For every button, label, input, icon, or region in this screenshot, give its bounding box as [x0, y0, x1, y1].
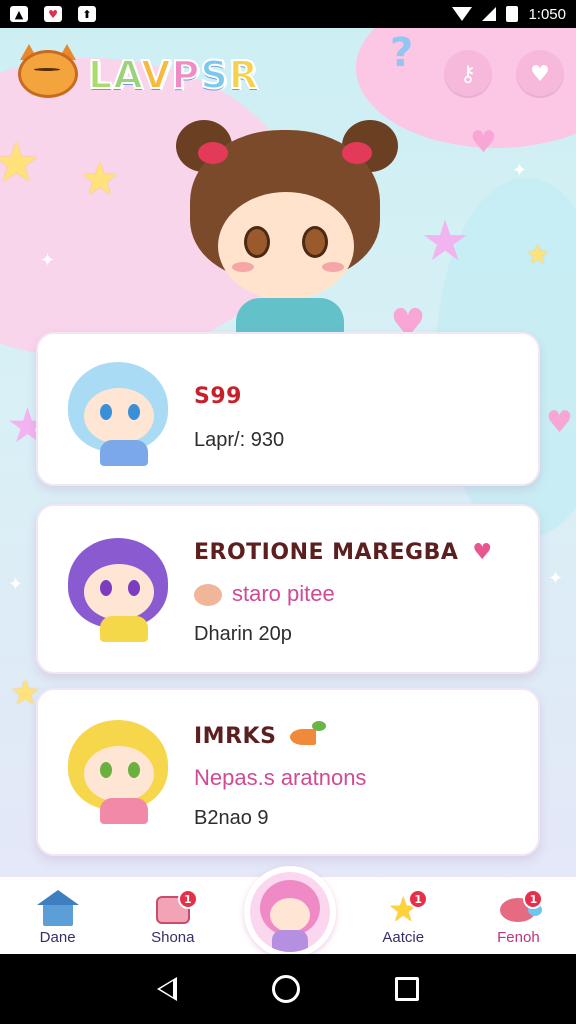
sparkle-decoration-icon: ✦ [40, 250, 56, 271]
card-title: EROTIONE MAREGBA ♥ [194, 540, 493, 565]
character-card[interactable]: EROTIONE MAREGBA ♥ staro pitee Dharin 20p [36, 504, 540, 674]
nav-label: Fenoh [497, 929, 540, 946]
heart-icon: ♥ [472, 540, 493, 565]
character-avatar-icon [250, 872, 330, 952]
heart-notification-icon: ♥ [44, 6, 62, 22]
character-avatar [62, 530, 182, 642]
back-icon[interactable] [157, 977, 178, 1001]
card-title: IMRKS [194, 721, 366, 749]
character-card[interactable]: IMRKS Nepas.s aratnons B2nao 9 [36, 688, 540, 856]
system-navigation-bar [0, 954, 576, 1024]
star-decoration-icon: ★ [80, 154, 120, 205]
notification-badge: 1 [177, 889, 198, 909]
star-decoration-icon: ★ [420, 209, 471, 274]
nav-label: Dane [39, 929, 76, 946]
card-title: S99 [194, 384, 242, 409]
logo-text: LAVPSR [87, 52, 259, 98]
sparkle-decoration-icon: ✦ [512, 160, 528, 181]
recent-apps-icon[interactable] [394, 977, 419, 1001]
app-notification-icon: ⬆ [78, 6, 96, 22]
nav-item-shop[interactable]: 1 Shona [115, 877, 230, 954]
heart-icon: ♥ [530, 61, 550, 87]
cat-mascot-icon [14, 42, 82, 108]
app-logo: LAVPSR [14, 42, 259, 108]
status-bar: ▲ ♥ ⬆ 1:050 [0, 0, 576, 28]
notification-badge: 1 [408, 889, 429, 909]
home-circle-icon[interactable] [271, 975, 300, 1003]
wifi-icon [452, 7, 473, 21]
key-button[interactable]: ⚷ [444, 50, 492, 98]
battery-icon [506, 6, 519, 22]
carrot-icon [290, 721, 327, 745]
star-decoration-icon: ★ [526, 240, 550, 270]
signal-icon [482, 7, 497, 21]
card-subtitle: Nepas.s aratnons [194, 765, 367, 790]
character-avatar [62, 712, 182, 824]
sparkle-decoration-icon: ✦ [8, 574, 24, 595]
card-meta: Dharin 20p [194, 623, 292, 645]
card-meta: Lapr/: 930 [194, 429, 285, 451]
image-notification-icon: ▲ [10, 6, 28, 22]
nav-item-fish[interactable]: 1 Fenoh [461, 877, 576, 954]
sparkle-decoration-icon: ✦ [548, 568, 564, 589]
home-icon [36, 890, 79, 926]
favorite-button[interactable]: ♥ [516, 50, 564, 98]
key-icon: ⚷ [459, 61, 477, 87]
heart-decoration-icon: ♥ [546, 405, 573, 440]
status-time: 1:050 [528, 5, 566, 23]
character-card[interactable]: S99 Lapr/: 930 [36, 332, 540, 486]
heart-decoration-icon: ♥ [470, 125, 497, 160]
question-decoration-icon: ? [390, 30, 414, 76]
character-avatar [62, 354, 182, 466]
card-meta: B2nao 9 [194, 807, 269, 829]
hamster-icon [194, 584, 222, 607]
nav-label: Aatcie [382, 929, 425, 946]
nav-label: Shona [151, 929, 195, 946]
game-screen: ★ ★ ★ ★ ★ ★ ♥ ♥ ♥ ✦ ✦ ✦ ✦ LAVPSR ? ⚷ ♥ S… [0, 28, 576, 954]
nav-item-home[interactable]: Dane [0, 877, 115, 954]
star-decoration-icon: ★ [0, 131, 41, 194]
center-character-button[interactable] [244, 866, 336, 958]
nav-item-star[interactable]: ★ 1 Aatcie [346, 877, 461, 954]
card-subtitle: staro pitee [194, 581, 493, 607]
